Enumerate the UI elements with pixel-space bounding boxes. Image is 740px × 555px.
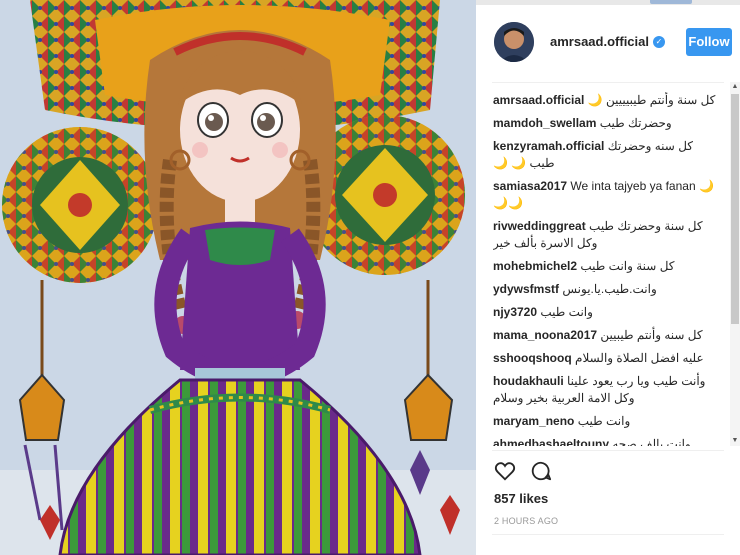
comment-item: amrsaad.official كل سنة وأنتم طيبيييين 🌙 xyxy=(493,92,721,109)
comment-username[interactable]: amrsaad.official xyxy=(493,93,584,107)
top-band xyxy=(476,0,740,5)
comment-item: rivweddinggreat كل سنة وحضرتك طيب وكل ال… xyxy=(493,218,721,252)
partial-top-button[interactable] xyxy=(650,0,692,4)
divider xyxy=(492,534,724,535)
avatar-image xyxy=(494,22,534,62)
comment-username[interactable]: mamdoh_swellam xyxy=(493,116,596,130)
comment-username[interactable]: ahmedbashaeltouny xyxy=(493,437,609,446)
comment-username[interactable]: samiasa2017 xyxy=(493,179,567,193)
post-timestamp[interactable]: 2 HOURS AGO xyxy=(494,516,558,526)
username[interactable]: amrsaad.official xyxy=(550,34,649,49)
scroll-thumb[interactable] xyxy=(731,94,739,324)
comment-text: وانت.طيب.يا.يونس xyxy=(562,282,657,296)
comment-text: كل سنة وأنتم طيبيييين 🌙 xyxy=(587,93,716,107)
username-row: amrsaad.official ✓ xyxy=(550,34,665,49)
comment-text: وانت طيب xyxy=(577,414,631,428)
comments-scrollbar[interactable]: ▲ ▼ xyxy=(730,82,740,446)
likes-count[interactable]: 857 likes xyxy=(494,491,548,506)
comment-item: mama_noona2017 كل سنه وأنتم طيبيين xyxy=(493,327,721,344)
comments-list[interactable]: amrsaad.official كل سنة وأنتم طيبيييين 🌙… xyxy=(493,92,721,446)
comment-username[interactable]: rivweddinggreat xyxy=(493,219,586,233)
comment-username[interactable]: mama_noona2017 xyxy=(493,328,597,342)
comment-item: njy3720 وانت طيب xyxy=(493,304,721,321)
divider xyxy=(492,82,724,83)
scroll-up-arrow-icon[interactable]: ▲ xyxy=(730,82,740,92)
follow-button[interactable]: Follow xyxy=(686,28,732,56)
comment-username[interactable]: sshooqshooq xyxy=(493,351,572,365)
divider xyxy=(492,450,724,451)
comment-text: كل سنة وانت طيب xyxy=(580,259,675,273)
drawing-illustration xyxy=(0,0,476,555)
comment-item: ahmedbashaeltouny وانت بالف صحه وسلامه ي… xyxy=(493,436,721,446)
post-image[interactable] xyxy=(0,0,476,555)
avatar[interactable] xyxy=(494,22,534,62)
comment-item: sshooqshooq عليه افضل الصلاة والسلام xyxy=(493,350,721,367)
comment-item: ydywsfmstf وانت.طيب.يا.يونس xyxy=(493,281,721,298)
heart-icon[interactable] xyxy=(494,460,516,482)
comment-username[interactable]: kenzyramah.official xyxy=(493,139,604,153)
comment-icon[interactable] xyxy=(530,460,552,482)
comment-item: kenzyramah.official كل سنه وحضرتك طيب 🌙 … xyxy=(493,138,721,172)
comment-item: mohebmichel2 كل سنة وانت طيب xyxy=(493,258,721,275)
comment-item: samiasa2017 We inta tajyeb ya fanan 🌙🌙🌙 xyxy=(493,178,721,212)
comment-username[interactable]: njy3720 xyxy=(493,305,537,319)
comment-text: كل سنه وأنتم طيبيين xyxy=(600,328,703,342)
post-actions xyxy=(494,460,552,482)
comment-username[interactable]: ydywsfmstf xyxy=(493,282,559,296)
comment-username[interactable]: maryam_neno xyxy=(493,414,574,428)
comment-username[interactable]: houdakhauli xyxy=(493,374,564,388)
comment-item: mamdoh_swellam وحضرتك طيب xyxy=(493,115,721,132)
post-header: amrsaad.official ✓ Follow xyxy=(494,22,732,66)
scroll-down-arrow-icon[interactable]: ▼ xyxy=(730,436,740,446)
post-sidebar: amrsaad.official ✓ Follow amrsaad.offici… xyxy=(476,0,740,555)
comment-item: houdakhauli وأنت طيب ويا رب يعود علينا و… xyxy=(493,373,721,407)
comment-text: عليه افضل الصلاة والسلام xyxy=(575,351,704,365)
comment-username[interactable]: mohebmichel2 xyxy=(493,259,577,273)
verified-badge-icon: ✓ xyxy=(653,35,665,48)
comment-text: وانت طيب xyxy=(540,305,593,319)
comment-text: وحضرتك طيب xyxy=(599,116,672,130)
comment-item: maryam_neno وانت طيب xyxy=(493,413,721,430)
